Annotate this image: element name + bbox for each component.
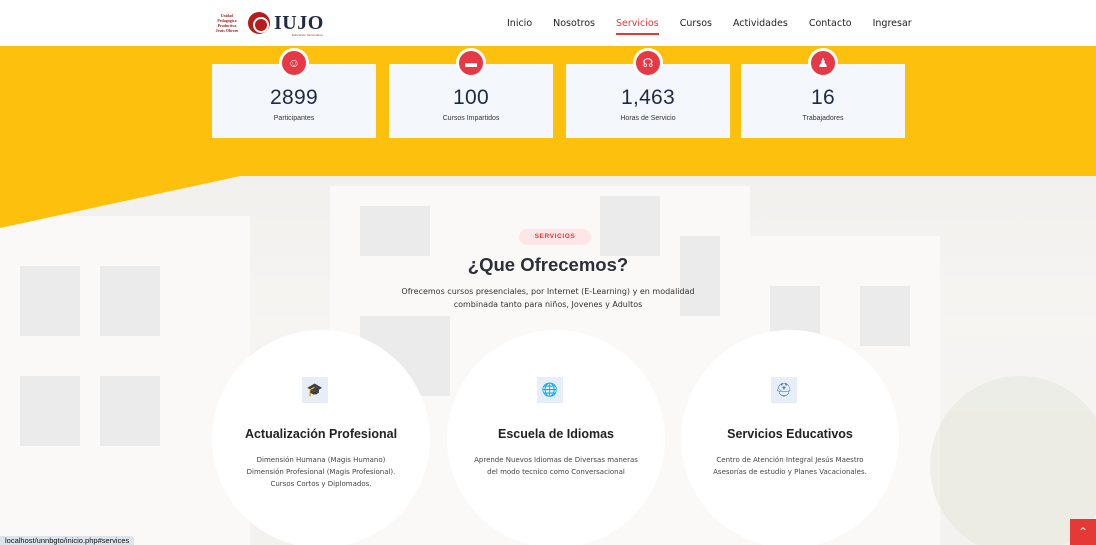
stat-label: Horas de Servicio xyxy=(620,115,676,122)
main-nav: Inicio Nosotros Servicios Cursos Activid… xyxy=(507,0,933,46)
stat-value: 1,463 xyxy=(620,86,676,109)
logo-subtitle-line: Jesús Obrero xyxy=(215,28,239,33)
card-description: Dimensión Humana (Magis Humano) Dimensió… xyxy=(246,456,396,488)
stat-label: Trabajadores xyxy=(802,115,844,122)
logo-seal-icon xyxy=(248,12,270,34)
service-card-actualizacion[interactable]: 🎓 Actualización Profesional Dimensión Hu… xyxy=(212,330,430,545)
stat-cursos-impartidos: ▬ 100 Cursos Impartidos xyxy=(389,48,553,138)
education-icon: ⛑ xyxy=(771,377,797,403)
stat-value: 2899 xyxy=(270,86,318,109)
service-card-idiomas[interactable]: 🌐 Escuela de Idiomas Aprende Nuevos Idio… xyxy=(447,330,665,545)
card-title: Actualización Profesional xyxy=(244,427,398,441)
yellow-slant xyxy=(0,176,240,228)
toolbox-icon: ▬ xyxy=(456,48,486,78)
nav-cursos[interactable]: Cursos xyxy=(680,18,712,29)
stat-horas-servicio: ☊ 1,463 Horas de Servicio xyxy=(566,48,730,138)
headset-icon: ☊ xyxy=(633,48,663,78)
nav-actividades[interactable]: Actividades xyxy=(733,18,788,29)
card-description: Aprende Nuevos Idiomas de Diversas maner… xyxy=(474,456,638,476)
card-description: Centro de Atención Integral Jesús Maestr… xyxy=(713,456,867,476)
smile-icon: ☺ xyxy=(279,48,309,78)
stat-label: Participantes xyxy=(273,115,315,122)
service-card-educativos[interactable]: ⛑ Servicios Educativos Centro de Atenció… xyxy=(681,330,899,545)
browser-status-url: localhost/unnbgto/inicio.php#services xyxy=(0,536,135,545)
logo-tagline: Educación Venezolana xyxy=(292,33,323,37)
logo-wordmark: IUJO xyxy=(274,11,324,34)
graduation-cap-icon: 🎓 xyxy=(302,377,328,403)
stat-participantes: ☺ 2899 Participantes xyxy=(212,48,376,138)
stat-label: Cursos Impartidos xyxy=(442,115,500,122)
card-title: Servicios Educativos xyxy=(727,427,853,441)
stat-trabajadores: ♟ 16 Trabajadores xyxy=(741,48,905,138)
nav-nosotros[interactable]: Nosotros xyxy=(553,18,595,29)
nav-contacto[interactable]: Contacto xyxy=(809,18,852,29)
stat-value: 16 xyxy=(811,86,835,109)
section-tag: SERVICIOS xyxy=(519,229,591,245)
globe-icon: 🌐 xyxy=(537,377,563,403)
site-logo[interactable]: Unidad Pedagogica Productiva Jesús Obrer… xyxy=(210,9,324,38)
users-icon: ♟ xyxy=(808,48,838,78)
card-title: Escuela de Idiomas xyxy=(497,427,615,441)
section-description: Ofrecemos cursos presenciales, por Inter… xyxy=(401,287,695,309)
site-header: Unidad Pedagogica Productiva Jesús Obrer… xyxy=(0,0,1096,46)
section-title: ¿Que Ofrecemos? xyxy=(467,254,629,275)
nav-servicios[interactable]: Servicios xyxy=(616,18,659,35)
nav-ingresar[interactable]: Ingresar xyxy=(873,18,912,29)
scroll-top-button[interactable]: ⌃ xyxy=(1070,519,1096,545)
logo-subtitle: Unidad Pedagogica Productiva Jesús Obrer… xyxy=(210,13,244,33)
nav-inicio[interactable]: Inicio xyxy=(507,18,532,29)
stat-value: 100 xyxy=(453,86,489,109)
